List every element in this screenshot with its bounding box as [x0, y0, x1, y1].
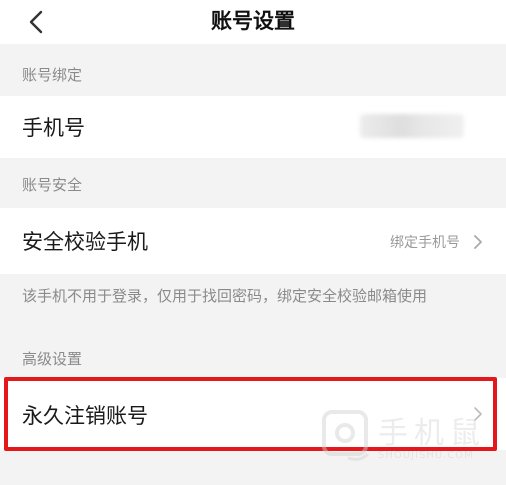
security-hint-text: 该手机不用于登录，仅用于找回密码，绑定安全校验邮箱使用 — [22, 287, 428, 305]
section-title: 账号安全 — [22, 176, 83, 194]
row-phone-number[interactable]: 手机号 — [0, 96, 506, 158]
watermark-text: 手机鼠 — [378, 416, 486, 451]
section-title: 账号绑定 — [22, 66, 83, 84]
section-header-binding: 账号绑定 — [0, 54, 506, 96]
mouse-logo-icon — [322, 410, 370, 461]
phone-number-value — [360, 114, 464, 138]
row-security-phone[interactable]: 安全校验手机 绑定手机号 — [0, 208, 506, 274]
chevron-right-icon — [474, 235, 482, 249]
row-value: 绑定手机号 — [390, 235, 460, 251]
section-header-security: 账号安全 — [0, 158, 506, 200]
row-label: 手机号 — [22, 116, 85, 140]
section-header-advanced: 高级设置 — [0, 340, 506, 378]
watermark: 手机鼠 SHOUJISHU.COM — [318, 404, 496, 470]
section-title: 高级设置 — [22, 350, 83, 368]
navigation-bar: 账号设置 — [0, 0, 506, 44]
page-title: 账号设置 — [211, 9, 295, 33]
watermark-subtext: SHOUJISHU.COM — [378, 450, 474, 461]
row-label: 安全校验手机 — [22, 230, 148, 254]
